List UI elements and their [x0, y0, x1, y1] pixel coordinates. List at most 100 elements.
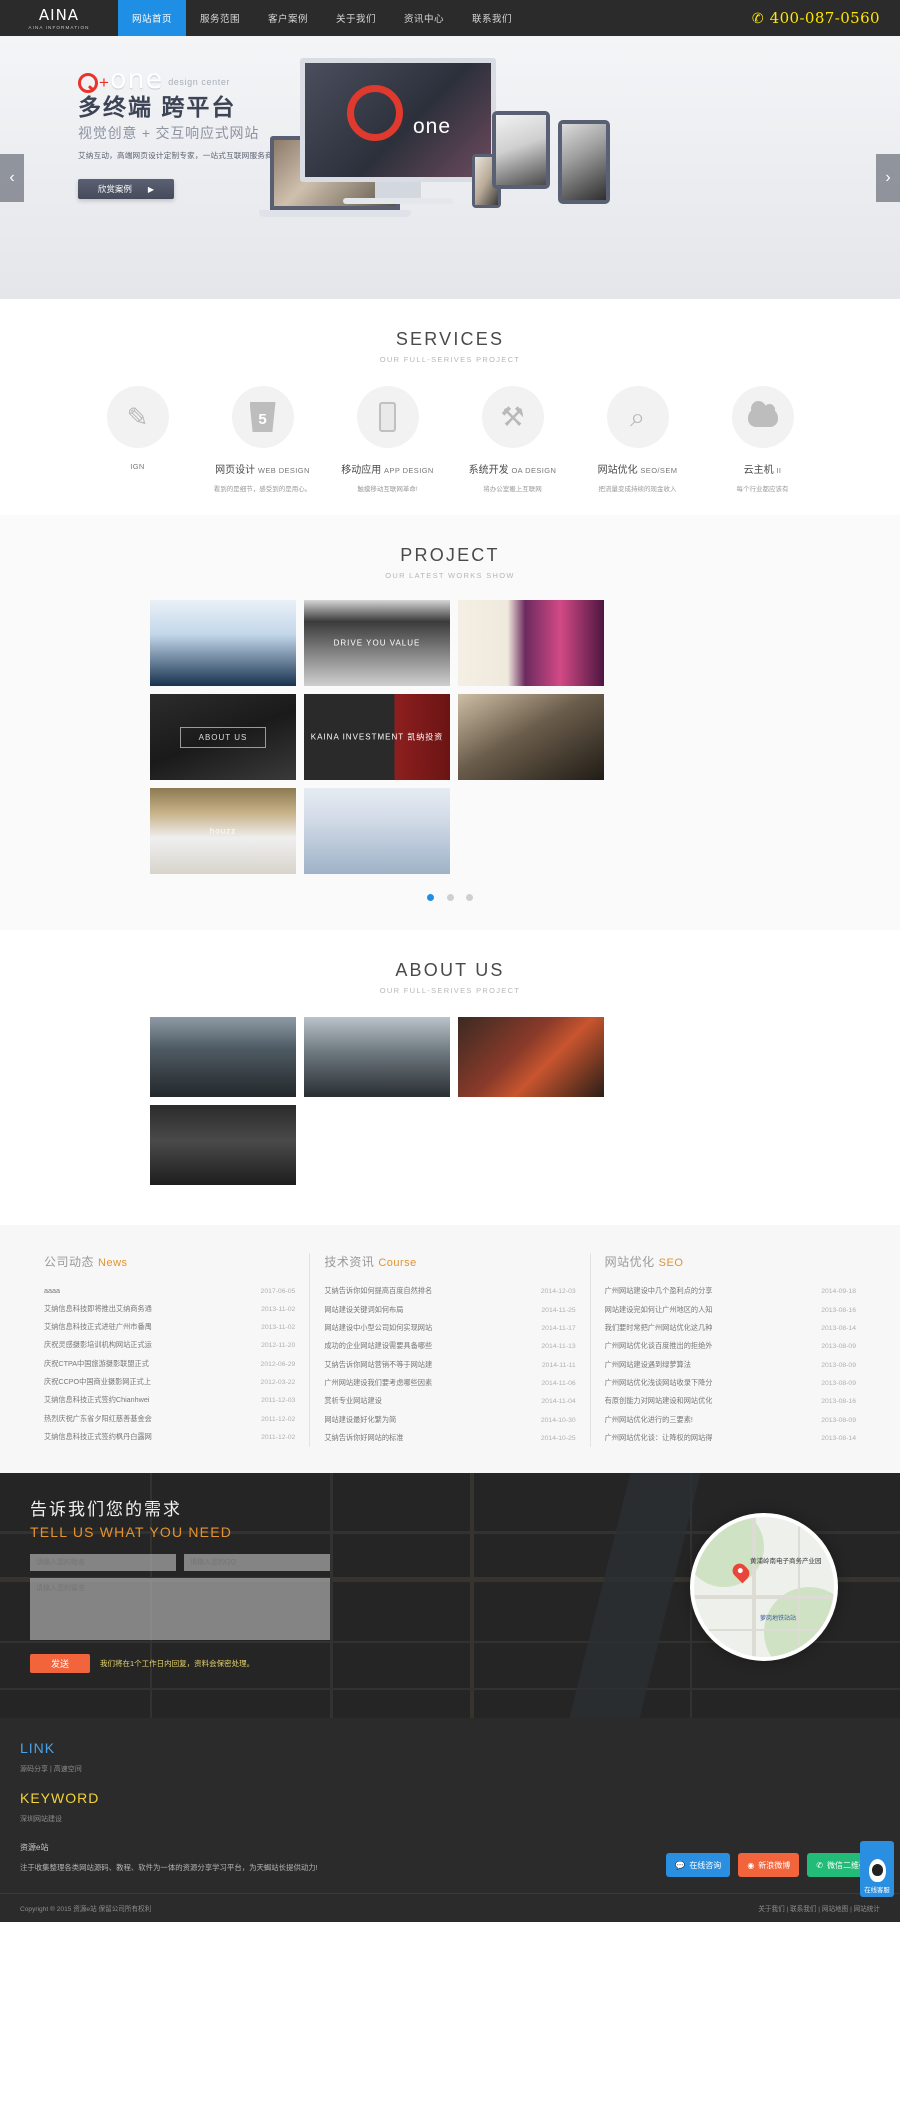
about-section: ABOUT US OUR FULL-SERIVES PROJECT: [0, 930, 900, 1225]
brand-o-icon: [78, 73, 98, 93]
project-dot-3[interactable]: [465, 894, 473, 901]
footer-link-items[interactable]: 源码分享 | 高速空间: [20, 1764, 880, 1774]
qq-online-service-button[interactable]: 在线客服: [860, 1841, 894, 1898]
news-item[interactable]: 广州网站优化浅谈网站收录下降分 2013-08-09: [605, 1374, 856, 1392]
qq-input[interactable]: [184, 1554, 330, 1572]
nav-item-contact[interactable]: 联系我们: [458, 0, 526, 36]
project-heading: PROJECT OUR LATEST WORKS SHOW: [0, 515, 900, 584]
pen-icon-wrap: ✎: [106, 386, 169, 448]
project-title: PROJECT: [400, 545, 500, 565]
project-thumb-houzz[interactable]: houzz: [150, 788, 296, 874]
services-subtitle: OUR FULL-SERIVES PROJECT: [379, 355, 521, 364]
service-item-cloud-host[interactable]: 云主机 II 每个行业都应该有: [700, 386, 825, 493]
project-dot-1[interactable]: [427, 894, 435, 901]
service-item-design[interactable]: ✎ IGN: [75, 386, 200, 479]
footer-link-sitemap[interactable]: 网站地图: [822, 1906, 848, 1913]
project-thumb-corporate[interactable]: [150, 600, 296, 686]
project-dot-2[interactable]: [446, 894, 454, 901]
news-item[interactable]: 网站建设最好化繁为简 2014-10-30: [324, 1411, 575, 1429]
footer-keyword-title: KEYWORD: [20, 1790, 100, 1807]
news-item[interactable]: 广州网站优化谈百度推出的拒绝外 2013-08-09: [605, 1337, 856, 1355]
news-item[interactable]: 网站建设完如何让广州地区的人知 2013-08-16: [605, 1300, 856, 1318]
nav-item-news[interactable]: 资讯中心: [390, 0, 458, 36]
news-item[interactable]: 艾纳告诉你如何提高百度自然排名 2014-12-03: [324, 1282, 575, 1300]
about-photo-seminar[interactable]: [150, 1105, 296, 1185]
news-item[interactable]: 广州网站建设我们要考虑哪些因素 2014-11-06: [324, 1374, 575, 1392]
map-circle-widget[interactable]: 黄浦岭南电子商务产业园 萝岗地铁站站: [690, 1513, 838, 1662]
service-item-seo[interactable]: ⌕ 网站优化 SEO/SEM 把流量变成持续的现金收入: [575, 386, 700, 493]
news-column-title-0: 公司动态 News: [44, 1255, 128, 1269]
footer-link-about[interactable]: 关于我们: [758, 1906, 784, 1913]
tools-icon-wrap: ⚒: [481, 386, 544, 448]
news-item[interactable]: 艾纳告诉你好网站的标准 2014-10-25: [324, 1429, 575, 1447]
news-item[interactable]: aaaa 2017-06-05: [44, 1282, 295, 1299]
nav-item-services[interactable]: 服务范围: [186, 0, 254, 36]
news-item[interactable]: 广州网站建设中几个盈利点的分享 2014-09-18: [605, 1282, 856, 1300]
hero-prev-button[interactable]: ‹: [0, 154, 24, 202]
brand-tagline: design center: [168, 77, 231, 87]
view-cases-button[interactable]: 欣赏案例 ▶: [78, 179, 174, 199]
about-photo-boardroom[interactable]: [150, 1017, 296, 1097]
news-item[interactable]: 庆祝灵感摄影培训机构网站正式运 2012-11-20: [44, 1336, 295, 1354]
online-consult-button[interactable]: 💬 在线咨询: [666, 1853, 731, 1878]
news-item[interactable]: 广州网站优化进行的三要素! 2013-08-09: [605, 1411, 856, 1429]
message-textarea[interactable]: [30, 1578, 330, 1641]
footer-link-contact[interactable]: 联系我们: [790, 1906, 816, 1913]
news-item[interactable]: 赏析专业网站建设 2014-11-04: [324, 1392, 575, 1410]
news-column-seo: 网站优化 SEO 广州网站建设中几个盈利点的分享 2014-09-18 网站建设完如…: [589, 1253, 870, 1448]
service-en-3: OA DESIGN: [511, 466, 557, 475]
hero-next-button[interactable]: ›: [876, 154, 900, 202]
footer-bottom-links: 关于我们 | 联系我们 | 网站地图 | 网站统计: [758, 1906, 880, 1914]
project-thumb-stilllife[interactable]: [458, 694, 604, 780]
news-item[interactable]: 艾纳信息科技正式签约枫丹白露网 2011-12-02: [44, 1428, 295, 1446]
news-item[interactable]: 广州网站优化谈：让降权的网站得 2013-08-14: [605, 1429, 856, 1447]
news-item[interactable]: 艾纳告诉你网站营销不等于网站建 2014-11-11: [324, 1356, 575, 1374]
weibo-button[interactable]: ◉ 新浪微博: [738, 1853, 800, 1878]
service-en-2: APP DESIGN: [384, 466, 434, 475]
nav-item-cases[interactable]: 客户案例: [254, 0, 322, 36]
service-item-app-design[interactable]: 移动应用 APP DESIGN 触摸移动互联网革命!: [325, 386, 450, 493]
news-item[interactable]: 庆祝CCPO中国商业摄影网正式上 2012-03-22: [44, 1373, 295, 1391]
news-item[interactable]: 网站建设关键词如何布局 2014-11-25: [324, 1300, 575, 1318]
news-item[interactable]: 艾纳信息科技即将推出艾纳商务通 2013-11-02: [44, 1299, 295, 1317]
service-item-oa-design[interactable]: ⚒ 系统开发 OA DESIGN 将办公室搬上互联网: [450, 386, 575, 493]
header-phone[interactable]: ✆ 400-087-0560: [752, 0, 900, 36]
about-heading: ABOUT US OUR FULL-SERIVES PROJECT: [0, 930, 900, 999]
news-item[interactable]: 网站建设中小型公司如何实现网站 2014-11-17: [324, 1319, 575, 1337]
project-thumb-kaina[interactable]: KAINA INVESTMENT 凯纳投资: [304, 694, 450, 780]
news-item[interactable]: 我们要时常把广州网站优化这几种 2013-08-14: [605, 1319, 856, 1337]
news-item[interactable]: 艾纳信息科技正式签约Chianhwei 2011-12-03: [44, 1391, 295, 1409]
about-photo-lounge[interactable]: [458, 1017, 604, 1097]
name-input[interactable]: [30, 1554, 176, 1572]
service-item-web-design[interactable]: HTML 5 网页设计 WEB DESIGN 看到的是细节，感受到的是用心。: [200, 386, 325, 493]
footer-keyword-items[interactable]: 深圳网站建设: [20, 1814, 880, 1824]
site-logo[interactable]: AINA AINA INFORMATION: [0, 0, 118, 36]
nav-item-home[interactable]: 网站首页: [118, 0, 186, 36]
monitor-one-text: one: [413, 115, 452, 138]
wechat-icon: ✆: [816, 1860, 823, 1870]
news-item[interactable]: 庆祝CTPA中国旅游摄影联盟正式 2012-06-29: [44, 1355, 295, 1373]
nav-item-about[interactable]: 关于我们: [322, 0, 390, 36]
project-thumb-responsive[interactable]: [304, 788, 450, 874]
project-thumb-aboutus[interactable]: ABOUT US: [150, 694, 296, 780]
services-list: ✎ IGN HTML 5 网页设计 WEB DESIGN 看到的是细节，感受到的是…: [0, 386, 900, 493]
news-item[interactable]: 艾纳信息科技正式进驻广州市番禺 2013-11-02: [44, 1318, 295, 1336]
brand-one: one: [109, 64, 164, 95]
news-column-title-2: 网站优化 SEO: [604, 1255, 684, 1269]
news-item[interactable]: 有原创能力对网站建设和网站优化 2013-08-16: [605, 1392, 856, 1410]
news-columns: 公司动态 News aaaa 2017-06-05 艾纳信息科技即将推出艾纳商务通 2…: [30, 1253, 870, 1448]
footer-link-stats[interactable]: 网站统计: [854, 1906, 880, 1913]
project-thumb-beauty[interactable]: [458, 600, 604, 686]
footer-copyright-bar: Copyright ® 2015 资源e站 保留公司所有权利 关于我们 | 联系…: [0, 1893, 900, 1922]
about-photo-office[interactable]: [304, 1017, 450, 1097]
brand-plus: +: [99, 73, 109, 92]
news-item[interactable]: 成功的企业网站建设需要具备哪些 2014-11-13: [324, 1337, 575, 1355]
homepage: AINA AINA INFORMATION 网站首页 服务范围 客户案例 关于我…: [0, 0, 900, 1923]
send-button[interactable]: 发送: [30, 1654, 90, 1674]
news-item[interactable]: 广州网站建设遇到绿萝算法 2013-08-09: [605, 1356, 856, 1374]
phone-icon: ✆: [751, 10, 764, 26]
mobile-icon: [379, 402, 396, 432]
project-thumb-drive[interactable]: DRIVE YOU VALUE: [304, 600, 450, 686]
news-item[interactable]: 热烈庆祝广东省夕阳红慈善基金会 2011-12-02: [44, 1410, 295, 1428]
contact-send-row: 发送 我们将在1个工作日内回复，资料会保密处理。: [30, 1654, 420, 1674]
